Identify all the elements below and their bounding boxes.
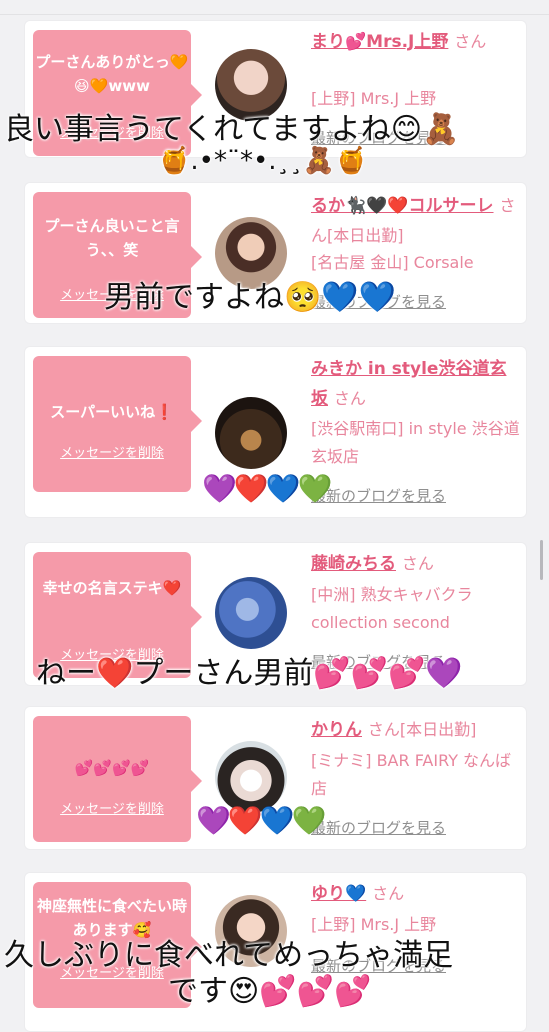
cast-name[interactable]: 藤崎みちる さん (311, 549, 516, 579)
hearts-emoji: 💜❤️💙💚 (202, 472, 332, 505)
caption-text: ねー❤️プーさん男前💕💕💕💜 (36, 656, 463, 691)
message-text: プーさんありがとっ🧡😆🧡www (35, 53, 189, 95)
cast-name[interactable]: みきか in style渋谷道玄坂 さん (311, 355, 516, 414)
avatar[interactable] (215, 741, 287, 813)
avatar[interactable] (215, 577, 287, 649)
cast-name[interactable]: まり💕Mrs.J上野 さん (311, 27, 516, 57)
shop-name: [ミナミ] BAR FAIRY なんば店 (311, 751, 512, 798)
message-bubble: 💕💕💕💕 メッセージを削除 (33, 716, 202, 842)
cast-name[interactable]: るか🐈‍⬛🖤❤️コルサーレ さん[本日出勤] (311, 191, 516, 251)
caption-text: 良い事言うてくれてますよね😊🧸 (4, 112, 460, 147)
message-text: スーパーいいね❗️ (50, 403, 174, 421)
hearts-emoji: 💜❤️💙💚 (196, 804, 326, 837)
latest-blog-link[interactable]: 最新のブログを見る (311, 817, 446, 838)
caption-text: です😍💕💕💕 (168, 974, 372, 1009)
scrollbar[interactable] (540, 540, 543, 580)
avatar[interactable] (215, 397, 287, 469)
message-text: 💕💕💕💕 (74, 759, 150, 777)
caption-text: 🍯.•*¨*•.¸¸🧸🍯 (158, 146, 368, 176)
message-bubble: スーパーいいね❗️ メッセージを削除 (33, 356, 202, 492)
latest-blog-link[interactable]: 最新のブログを見る (311, 485, 446, 506)
shop-name: [中洲] 熟女キャバクラ collection second (311, 585, 473, 632)
message-text: 幸せの名言ステキ❤️ (42, 579, 182, 597)
delete-message-link[interactable]: メッセージを削除 (33, 798, 191, 817)
cast-name[interactable]: ゆり💙 さん (311, 879, 516, 909)
cast-name[interactable]: かりん さん[本日出勤] (311, 715, 516, 745)
message-text: プーさん良いこと言う、、笑 (44, 217, 180, 259)
shop-name: [渋谷駅南口] in style 渋谷道玄坂店 (311, 419, 520, 466)
caption-text: 男前ですよね🥺💙💙 (104, 280, 397, 315)
delete-message-link[interactable]: メッセージを削除 (33, 442, 191, 461)
top-divider (0, 0, 549, 15)
